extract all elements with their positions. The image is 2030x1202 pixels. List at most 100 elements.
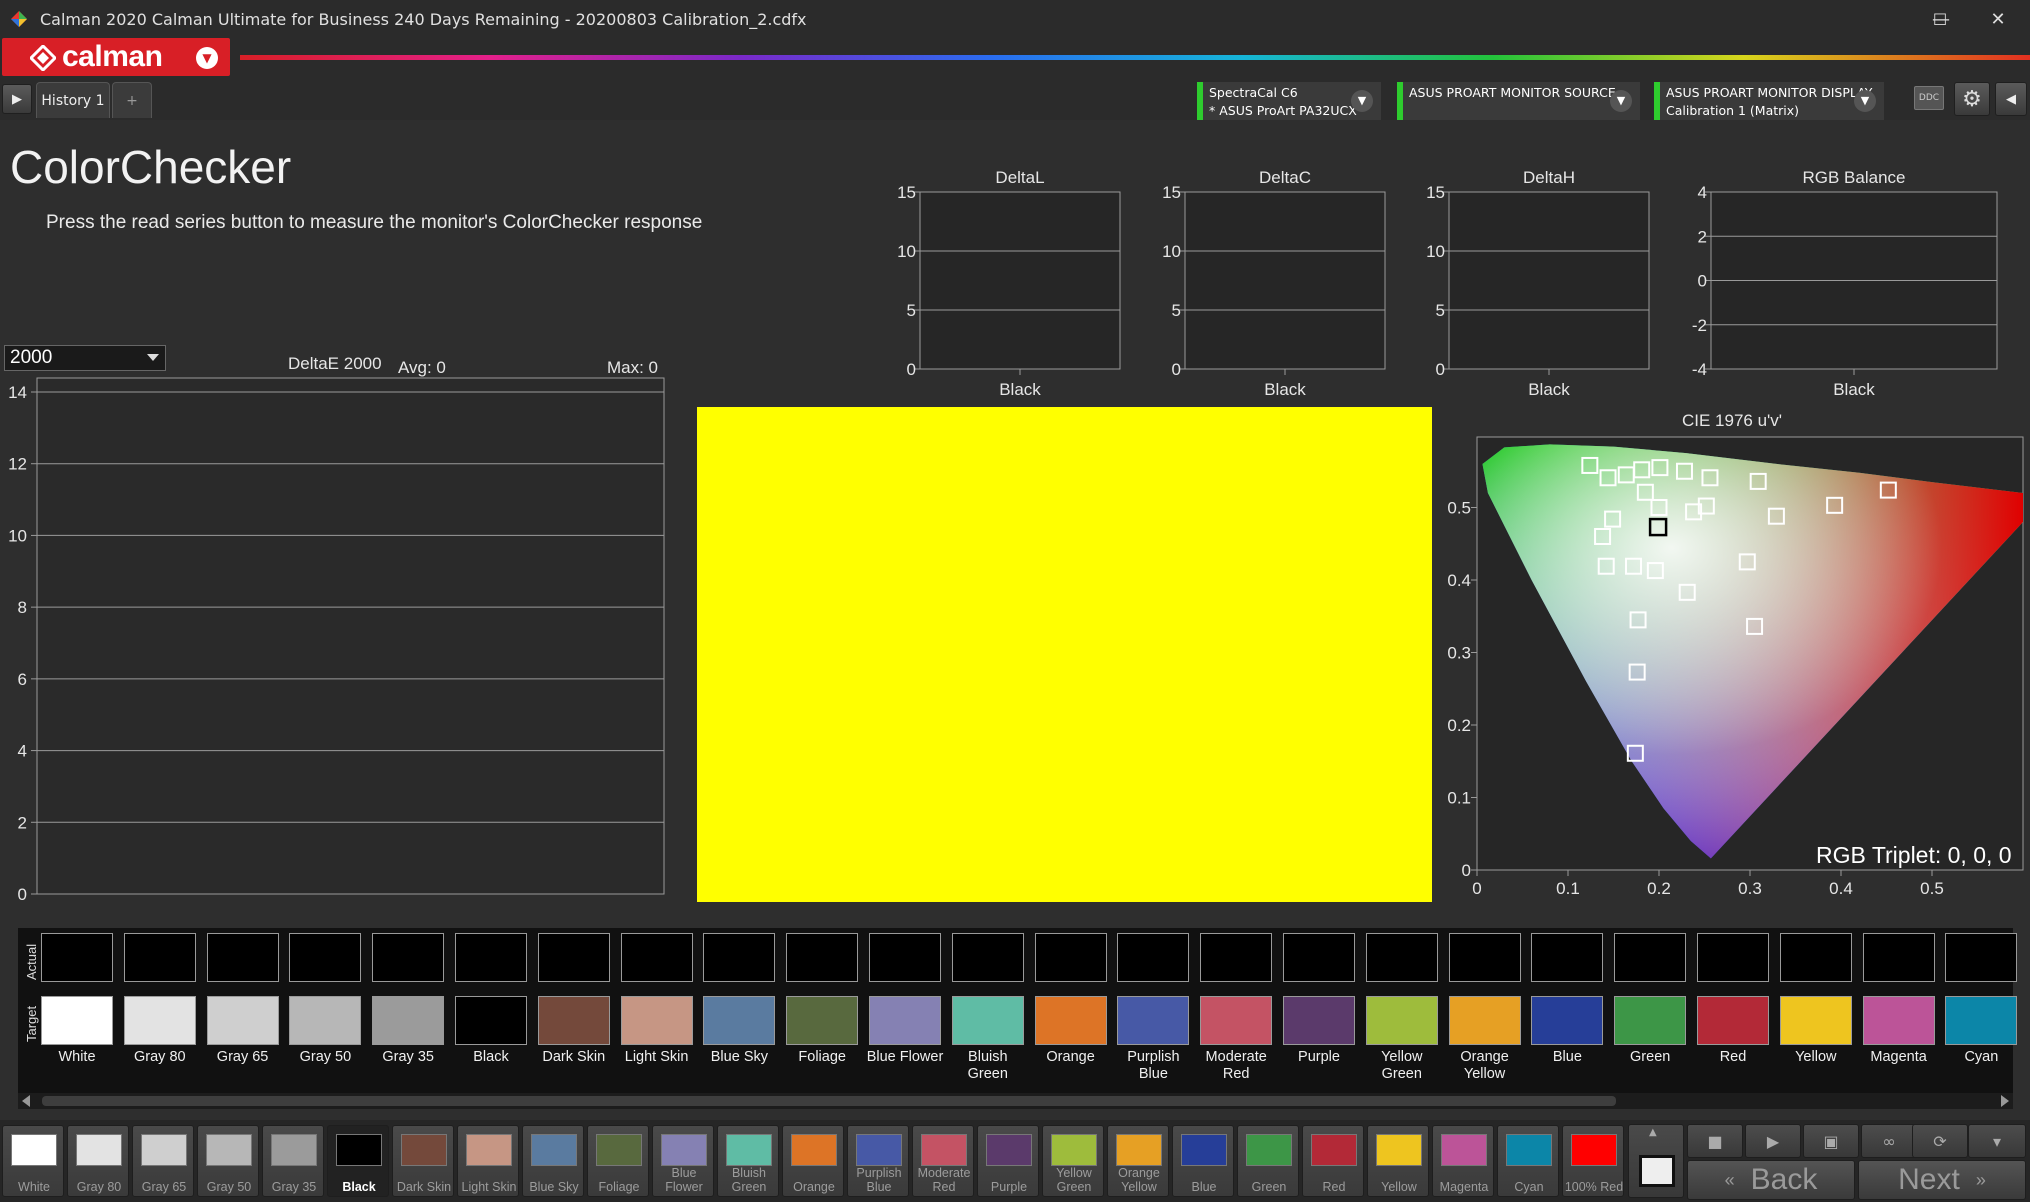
patch-button[interactable]: Blue Flower xyxy=(652,1125,714,1197)
actual-swatch[interactable] xyxy=(537,933,610,982)
actual-swatch[interactable] xyxy=(786,933,859,982)
patch-button[interactable]: Purple xyxy=(977,1125,1039,1197)
actual-swatch[interactable] xyxy=(41,933,113,982)
patch-button[interactable]: Yellow Green xyxy=(1042,1125,1104,1197)
patch-button[interactable]: Moderate Red xyxy=(912,1125,974,1197)
patch-button[interactable]: Magenta xyxy=(1432,1125,1494,1197)
actual-swatch[interactable] xyxy=(1779,933,1852,982)
patch-button[interactable]: Purplish Blue xyxy=(847,1125,909,1197)
actual-swatch[interactable] xyxy=(703,933,776,982)
collapse-panel-button[interactable]: ◀ xyxy=(1995,82,2027,116)
actual-swatch[interactable] xyxy=(1200,933,1273,982)
read-series-button[interactable]: ▶ xyxy=(1745,1124,1801,1158)
scroll-left-icon[interactable] xyxy=(22,1095,30,1107)
target-swatch[interactable] xyxy=(1697,996,1769,1045)
target-swatch[interactable] xyxy=(703,996,776,1045)
target-swatch[interactable] xyxy=(951,996,1024,1045)
target-swatch[interactable] xyxy=(620,996,693,1045)
patch-button[interactable]: Bluish Green xyxy=(717,1125,779,1197)
patch-button[interactable]: Red xyxy=(1302,1125,1364,1197)
actual-swatch[interactable] xyxy=(123,933,196,982)
refresh-button[interactable]: ⟳ xyxy=(1912,1124,1968,1158)
target-swatch[interactable] xyxy=(1531,996,1604,1045)
patch-button[interactable]: Orange xyxy=(782,1125,844,1197)
display-device-selector[interactable]: ASUS PROART MONITOR DISPLAY Calibration … xyxy=(1654,82,1884,120)
target-swatch[interactable] xyxy=(869,996,941,1045)
patch-button[interactable]: Green xyxy=(1237,1125,1299,1197)
source-device-selector[interactable]: ASUS PROART MONITOR SOURCE ▼ xyxy=(1397,82,1640,120)
actual-swatch[interactable] xyxy=(1614,933,1687,982)
actual-swatch[interactable] xyxy=(869,933,941,982)
target-swatch[interactable] xyxy=(206,996,279,1045)
target-swatch[interactable] xyxy=(1200,996,1273,1045)
patch-toggle-button[interactable]: ▲ xyxy=(1628,1124,1684,1198)
actual-swatch[interactable] xyxy=(289,933,362,982)
actual-swatch[interactable] xyxy=(1117,933,1190,982)
patch-button[interactable]: Gray 35 xyxy=(262,1125,324,1197)
patch-button[interactable]: Blue Sky xyxy=(522,1125,584,1197)
add-tab-button[interactable]: + xyxy=(112,82,152,118)
patch-button[interactable]: Cyan xyxy=(1497,1125,1559,1197)
patch-button[interactable]: Black xyxy=(327,1125,389,1197)
patch-button[interactable]: Dark Skin xyxy=(392,1125,454,1197)
tab-history-1[interactable]: History 1 xyxy=(36,82,110,118)
target-swatch[interactable] xyxy=(1945,996,2018,1045)
settings-button[interactable]: ⚙ xyxy=(1954,82,1990,116)
target-swatch[interactable] xyxy=(1283,996,1355,1045)
patch-button[interactable]: Gray 65 xyxy=(132,1125,194,1197)
target-swatch[interactable] xyxy=(786,996,859,1045)
target-swatch[interactable] xyxy=(123,996,196,1045)
swatch-strip-scrollbar[interactable] xyxy=(18,1093,2013,1109)
patch-button[interactable]: 100% Red xyxy=(1562,1125,1624,1197)
patch-button[interactable]: Orange Yellow xyxy=(1107,1125,1169,1197)
target-swatch[interactable] xyxy=(372,996,445,1045)
back-button[interactable]: « Back xyxy=(1687,1160,1855,1200)
target-swatch[interactable] xyxy=(1034,996,1107,1045)
target-swatch[interactable] xyxy=(1614,996,1687,1045)
x-category-label: Black xyxy=(1833,380,1875,399)
target-swatch[interactable] xyxy=(41,996,113,1045)
actual-swatch[interactable] xyxy=(372,933,445,982)
expand-panel-button[interactable]: ▶ xyxy=(2,84,32,114)
ddc-monitor-icon[interactable]: DDC xyxy=(1914,86,1944,110)
stop-button[interactable]: ■ xyxy=(1687,1124,1743,1158)
deltae-metric-select[interactable]: 2000 xyxy=(4,345,166,371)
close-button[interactable]: ✕ xyxy=(1968,0,2028,38)
calman-menu-button[interactable]: calman ▼ xyxy=(2,38,230,76)
maximize-button[interactable]: ☐ xyxy=(1910,0,1970,38)
target-swatch[interactable] xyxy=(1862,996,1935,1045)
meter-device-selector[interactable]: SpectraCal C6 * ASUS ProArt PA32UCX ▼ xyxy=(1197,82,1381,120)
actual-swatch[interactable] xyxy=(1448,933,1521,982)
actual-swatch[interactable] xyxy=(1283,933,1355,982)
patch-button[interactable]: Gray 80 xyxy=(67,1125,129,1197)
patch-button[interactable]: Gray 50 xyxy=(197,1125,259,1197)
actual-swatch[interactable] xyxy=(1365,933,1438,982)
target-swatch[interactable] xyxy=(1117,996,1190,1045)
patch-button[interactable]: Foliage xyxy=(587,1125,649,1197)
patch-button[interactable]: Yellow xyxy=(1367,1125,1429,1197)
target-swatch[interactable] xyxy=(1365,996,1438,1045)
actual-swatch[interactable] xyxy=(455,933,527,982)
target-swatch[interactable] xyxy=(289,996,362,1045)
patch-button[interactable]: Light Skin xyxy=(457,1125,519,1197)
actual-swatch[interactable] xyxy=(1862,933,1935,982)
actual-swatch[interactable] xyxy=(1945,933,2018,982)
actual-swatch[interactable] xyxy=(620,933,693,982)
continuous-read-button[interactable]: ∞ xyxy=(1861,1124,1917,1158)
actual-swatch[interactable] xyxy=(1697,933,1769,982)
patch-button[interactable]: Blue xyxy=(1172,1125,1234,1197)
target-swatch[interactable] xyxy=(455,996,527,1045)
target-swatch[interactable] xyxy=(1779,996,1852,1045)
next-button[interactable]: Next » xyxy=(1858,1160,2026,1200)
scrollbar-thumb[interactable] xyxy=(42,1096,1616,1106)
target-swatch[interactable] xyxy=(1448,996,1521,1045)
actual-swatch[interactable] xyxy=(1531,933,1604,982)
scroll-right-icon[interactable] xyxy=(2001,1095,2009,1107)
actual-swatch[interactable] xyxy=(1034,933,1107,982)
actual-swatch[interactable] xyxy=(206,933,279,982)
patch-button[interactable]: White xyxy=(2,1125,64,1197)
save-button[interactable]: ▣ xyxy=(1803,1124,1859,1158)
target-swatch[interactable] xyxy=(537,996,610,1045)
actual-swatch[interactable] xyxy=(951,933,1024,982)
options-button[interactable]: ▾ xyxy=(1968,1124,2026,1158)
